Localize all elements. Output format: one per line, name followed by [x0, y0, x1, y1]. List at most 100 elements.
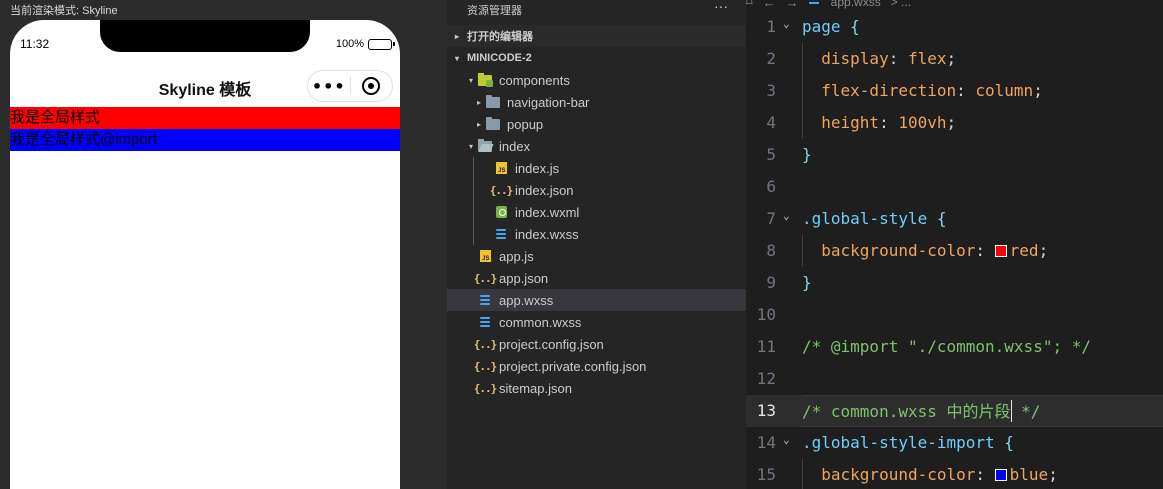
tree-item-label: app.js: [499, 248, 534, 264]
close-mini-program-button[interactable]: [351, 77, 393, 95]
code-token: :: [879, 113, 899, 132]
folder-open-icon: [477, 138, 493, 154]
code-token: height: [802, 113, 880, 132]
json-file-icon: {..}: [473, 271, 497, 285]
code-token: :: [956, 81, 976, 100]
code-line-14[interactable]: 14 ⌄ .global-style-import {: [746, 427, 1163, 459]
code-token: .global-style-import: [802, 433, 995, 452]
json-file-icon: {..}: [473, 337, 497, 351]
tree-item-common-wxss[interactable]: common.wxss: [447, 311, 746, 333]
tree-item-label: index.wxml: [515, 204, 580, 220]
folder-components-icon: [477, 72, 493, 88]
wxss-file-icon: [477, 292, 493, 308]
code-line-15[interactable]: 15 background-color: blue;: [746, 459, 1163, 489]
code-token: .global-style: [802, 209, 928, 228]
code-token: flex-direction: [802, 81, 957, 100]
code-text: }: [802, 267, 1163, 299]
simulator-pane: 当前渲染模式: Skyline 11:32 100% Skyline 模板 ••…: [0, 0, 418, 489]
render-mode-label: 当前渲染模式: Skyline: [10, 5, 118, 17]
json-file-icon: {..}: [473, 359, 497, 373]
battery-icon: [368, 38, 395, 50]
project-section[interactable]: ▾ MINICODE-2: [447, 47, 746, 69]
folder-icon: [485, 116, 501, 132]
code-line-11[interactable]: 11 /* @import "./common.wxss"; */: [746, 331, 1163, 363]
tree-item-app-wxss[interactable]: app.wxss: [447, 289, 746, 311]
tree-item-label: index.json: [515, 182, 574, 198]
battery-percent: 100%: [335, 38, 364, 50]
line-number: 3: [766, 81, 776, 100]
forward-arrow-icon[interactable]: →: [786, 0, 799, 10]
line-number: 8: [766, 241, 776, 260]
tree-item-label: index.wxss: [515, 226, 579, 242]
close-circle-icon: [362, 77, 381, 95]
json-file-icon: {..}: [489, 183, 513, 197]
tree-item-app-js[interactable]: JS app.js: [447, 245, 746, 267]
code-token: display: [802, 49, 889, 68]
file-explorer: 资源管理器 ··· ▸ 打开的编辑器 ▾ MINICODE-2 ▾ compone…: [447, 0, 746, 489]
more-menu-button[interactable]: •••: [308, 77, 350, 96]
code-line-6[interactable]: 6: [746, 171, 1163, 203]
bookmark-icon[interactable]: ⌑: [746, 0, 753, 10]
tree-item-index-json[interactable]: {..} index.json: [447, 179, 746, 201]
code-line-4[interactable]: 4 height: 100vh;: [746, 107, 1163, 139]
tree-item-index-js[interactable]: JS index.js: [447, 157, 746, 179]
open-editors-section[interactable]: ▸ 打开的编辑器: [447, 25, 746, 47]
tree-item-popup[interactable]: ▸ popup: [447, 113, 746, 135]
chevron-right-icon: ▸: [476, 97, 481, 107]
code-text: height: 100vh;: [802, 107, 1163, 139]
code-text: .global-style-import {: [802, 427, 1163, 459]
code-token: /* common.wxss 中的片段: [802, 402, 1011, 421]
tree-item-index[interactable]: ▾ index: [447, 135, 746, 157]
tree-item-label: popup: [507, 116, 544, 132]
color-swatch-icon[interactable]: [994, 469, 1007, 481]
explorer-title: 资源管理器: [467, 5, 522, 17]
code-line-2[interactable]: 2 display: flex;: [746, 43, 1163, 75]
code-line-5[interactable]: 5}: [746, 139, 1163, 171]
wxml-file-icon: [493, 204, 509, 220]
tree-item-app-json[interactable]: {..} app.json: [447, 267, 746, 289]
tree-item-sitemap-json[interactable]: {..} sitemap.json: [447, 377, 746, 399]
tree-item-project-private-config-json[interactable]: {..} project.private.config.json: [447, 355, 746, 377]
code-token: red: [1009, 241, 1039, 260]
code-line-3[interactable]: 3 flex-direction: column;: [746, 75, 1163, 107]
line-number: 15: [756, 465, 776, 484]
chevron-right-icon: ▸: [454, 31, 459, 41]
tree-item-project-config-json[interactable]: {..} project.config.json: [447, 333, 746, 355]
tree-item-components[interactable]: ▾ components: [447, 69, 746, 91]
line-number: 1: [766, 17, 776, 36]
code-line-13[interactable]: 13 /* common.wxss 中的片段 */: [746, 395, 1163, 427]
tree-item-index-wxss[interactable]: index.wxss: [447, 223, 746, 245]
js-file-icon: JS: [477, 248, 493, 264]
line-number: 10: [756, 305, 776, 324]
code-line-9[interactable]: 9}: [746, 267, 1163, 299]
breadcrumb: ⌑ ← → app.wxss > ...: [746, 0, 911, 10]
explorer-more-button[interactable]: ···: [714, 0, 728, 14]
line-number: 7: [766, 209, 776, 228]
tree-item-label: index: [499, 138, 531, 154]
code-token: :: [888, 49, 908, 68]
code-line-1[interactable]: 1 ⌄ page {: [746, 11, 1163, 43]
global-style-import-row: 我是全局样式@import: [10, 129, 400, 151]
code-token: {: [850, 17, 860, 36]
breadcrumb-file[interactable]: app.wxss: [831, 0, 881, 9]
code-line-8[interactable]: 8 background-color: red;: [746, 235, 1163, 267]
code-text: /* common.wxss 中的片段 */: [802, 395, 1163, 427]
code-line-7[interactable]: 7 ⌄ .global-style {: [746, 203, 1163, 235]
back-arrow-icon[interactable]: ←: [763, 0, 776, 10]
tree-item-navigation-bar[interactable]: ▸ navigation-bar: [447, 91, 746, 113]
color-swatch-icon[interactable]: [994, 245, 1007, 257]
line-number: 13: [756, 401, 776, 420]
fold-chevron-icon[interactable]: ⌄: [783, 11, 790, 37]
tree-item-index-wxml[interactable]: index.wxml: [447, 201, 746, 223]
code-editor[interactable]: ⌑ ← → app.wxss > ... 1 ⌄ page {2 display: …: [746, 0, 1163, 489]
code-line-10[interactable]: 10: [746, 299, 1163, 331]
code-line-12[interactable]: 12: [746, 363, 1163, 395]
fold-chevron-icon[interactable]: ⌄: [783, 427, 790, 453]
wxss-file-icon: [493, 226, 509, 242]
code-text: /* @import "./common.wxss"; */: [802, 331, 1163, 363]
phone-screen: 11:32 100% Skyline 模板 ••• 我是全局样式 我是全局样式@…: [10, 20, 400, 489]
fold-chevron-icon[interactable]: ⌄: [783, 203, 790, 229]
